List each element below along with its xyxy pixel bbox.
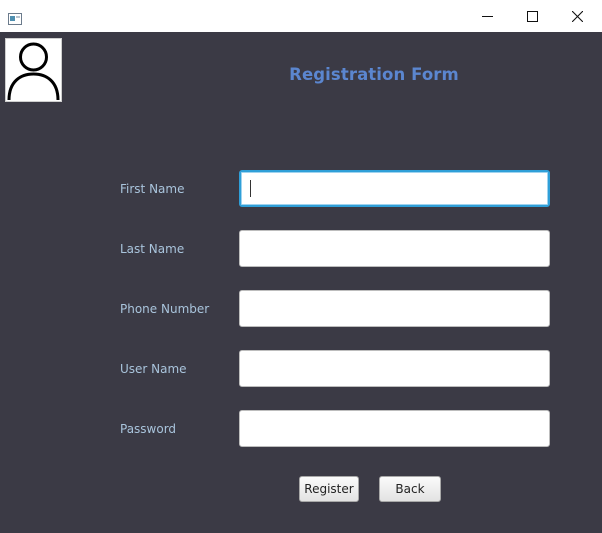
last-name-label: Last Name [120,242,185,256]
phone-number-label: Phone Number [120,302,210,316]
text-caret [250,180,251,197]
close-button[interactable] [554,0,600,32]
user-avatar [5,38,62,102]
first-name-input[interactable] [239,170,550,207]
window-titlebar[interactable] [0,0,602,32]
app-icon [8,10,22,25]
application-window: Registration Form First Name Last Name P… [0,0,602,533]
back-button[interactable]: Back [379,476,441,502]
maximize-button[interactable] [509,0,555,32]
close-icon [571,7,583,26]
first-name-label: First Name [120,182,185,196]
registration-panel: Registration Form First Name Last Name P… [0,32,602,533]
register-button[interactable]: Register [299,476,359,502]
last-name-input[interactable] [239,230,550,267]
phone-number-input[interactable] [239,290,550,327]
minimize-icon [481,7,493,26]
user-avatar-icon [6,39,61,101]
user-name-label: User Name [120,362,187,376]
password-label: Password [120,422,177,436]
password-input[interactable] [239,410,550,447]
page-title: Registration Form [289,65,459,84]
minimize-button[interactable] [464,0,510,32]
maximize-icon [526,7,538,26]
user-name-input[interactable] [239,350,550,387]
